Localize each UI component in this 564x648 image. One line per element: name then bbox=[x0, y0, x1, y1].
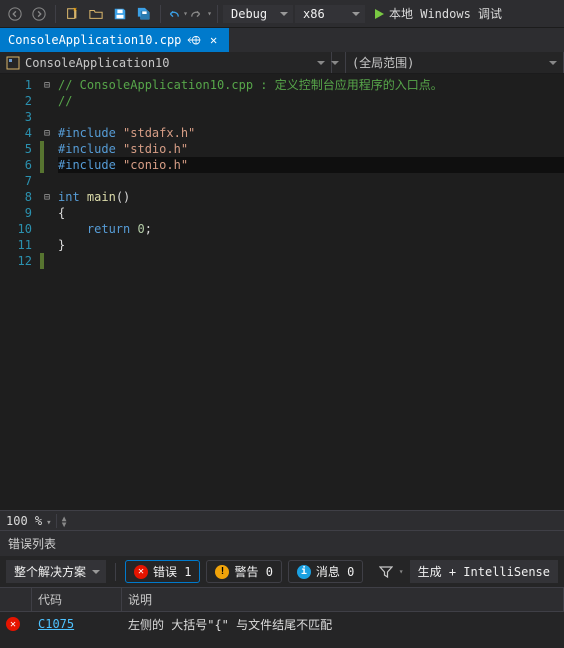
col-icon[interactable] bbox=[0, 588, 32, 611]
zoom-arrows[interactable]: ▴▾ bbox=[61, 515, 68, 527]
save-all-icon[interactable] bbox=[133, 3, 155, 25]
play-icon bbox=[373, 8, 385, 20]
scope-dropdown[interactable]: ConsoleApplication10 bbox=[0, 52, 332, 73]
tab-label: ConsoleApplication10.cpp bbox=[8, 33, 181, 47]
zoom-level-dropdown[interactable]: 100 % bbox=[6, 514, 52, 528]
source-dropdown[interactable]: 生成 + IntelliSense bbox=[410, 560, 558, 583]
nav-mid[interactable] bbox=[332, 52, 346, 73]
col-code[interactable]: 代码 bbox=[32, 588, 122, 611]
nav-fwd-icon[interactable] bbox=[28, 3, 50, 25]
error-row[interactable]: ✕ C1075 左侧的 大括号"{" 与文件结尾不匹配 bbox=[0, 612, 564, 636]
error-grid: 代码 说明 ✕ C1075 左侧的 大括号"{" 与文件结尾不匹配 bbox=[0, 587, 564, 636]
chevron-down-icon[interactable]: ▾ bbox=[399, 567, 404, 576]
zoom-bar: 100 % ▴▾ bbox=[0, 510, 564, 530]
undo-icon[interactable]: ▾ bbox=[166, 3, 188, 25]
error-grid-header: 代码 说明 bbox=[0, 587, 564, 612]
separator bbox=[55, 5, 56, 23]
warnings-filter-pill[interactable]: ! 警告 0 bbox=[206, 560, 281, 583]
line-numbers: 123456789101112 bbox=[0, 74, 40, 510]
messages-filter-pill[interactable]: i 消息 0 bbox=[288, 560, 363, 583]
scope-dropdown[interactable]: 整个解决方案 bbox=[6, 560, 106, 583]
separator bbox=[115, 563, 116, 581]
separator bbox=[160, 5, 161, 23]
redo-icon[interactable]: ▾ bbox=[190, 3, 212, 25]
code-nav-bar: ConsoleApplication10 (全局范围) bbox=[0, 52, 564, 74]
run-label: 本地 Windows 调试 bbox=[389, 5, 502, 22]
member-dropdown[interactable]: (全局范围) bbox=[346, 52, 564, 73]
error-code-link[interactable]: C1075 bbox=[38, 617, 74, 631]
warning-icon: ! bbox=[215, 565, 229, 579]
platform-dropdown[interactable]: x86 bbox=[295, 5, 365, 23]
error-list-title: 错误列表 bbox=[0, 531, 564, 556]
nav-back-icon[interactable] bbox=[4, 3, 26, 25]
file-tabs: ConsoleApplication10.cpp ⬲ ✕ bbox=[0, 28, 564, 52]
error-toolbar: 整个解决方案 ✕ 错误 1 ! 警告 0 i 消息 0 ▾ 生成 + Intel… bbox=[0, 556, 564, 587]
code-editor[interactable]: 123456789101112 ⊟⊟⊟ // ConsoleApplicatio… bbox=[0, 74, 564, 510]
error-icon: ✕ bbox=[134, 565, 148, 579]
run-button[interactable]: 本地 Windows 调试 bbox=[367, 5, 508, 22]
main-toolbar: ▾ ▾ Debug x86 本地 Windows 调试 bbox=[0, 0, 564, 28]
pin-icon[interactable]: ⬲ bbox=[187, 33, 200, 48]
open-file-icon[interactable] bbox=[85, 3, 107, 25]
fold-column[interactable]: ⊟⊟⊟ bbox=[40, 74, 54, 510]
new-file-icon[interactable] bbox=[61, 3, 83, 25]
filter-icon[interactable] bbox=[379, 565, 393, 579]
close-icon[interactable]: ✕ bbox=[207, 33, 221, 47]
separator bbox=[56, 514, 57, 528]
panel-padding bbox=[0, 636, 564, 648]
project-icon bbox=[6, 56, 20, 70]
error-desc: 左侧的 大括号"{" 与文件结尾不匹配 bbox=[122, 613, 564, 636]
info-icon: i bbox=[297, 565, 311, 579]
errors-filter-pill[interactable]: ✕ 错误 1 bbox=[125, 560, 200, 583]
error-list-panel: 错误列表 整个解决方案 ✕ 错误 1 ! 警告 0 i 消息 0 ▾ 生成 + … bbox=[0, 530, 564, 648]
separator bbox=[217, 5, 218, 23]
error-icon: ✕ bbox=[6, 617, 20, 631]
code-area[interactable]: // ConsoleApplication10.cpp : 定义控制台应用程序的… bbox=[54, 74, 564, 510]
save-icon[interactable] bbox=[109, 3, 131, 25]
tab-active[interactable]: ConsoleApplication10.cpp ⬲ ✕ bbox=[0, 28, 229, 52]
col-desc[interactable]: 说明 bbox=[122, 588, 564, 611]
config-dropdown[interactable]: Debug bbox=[223, 5, 293, 23]
